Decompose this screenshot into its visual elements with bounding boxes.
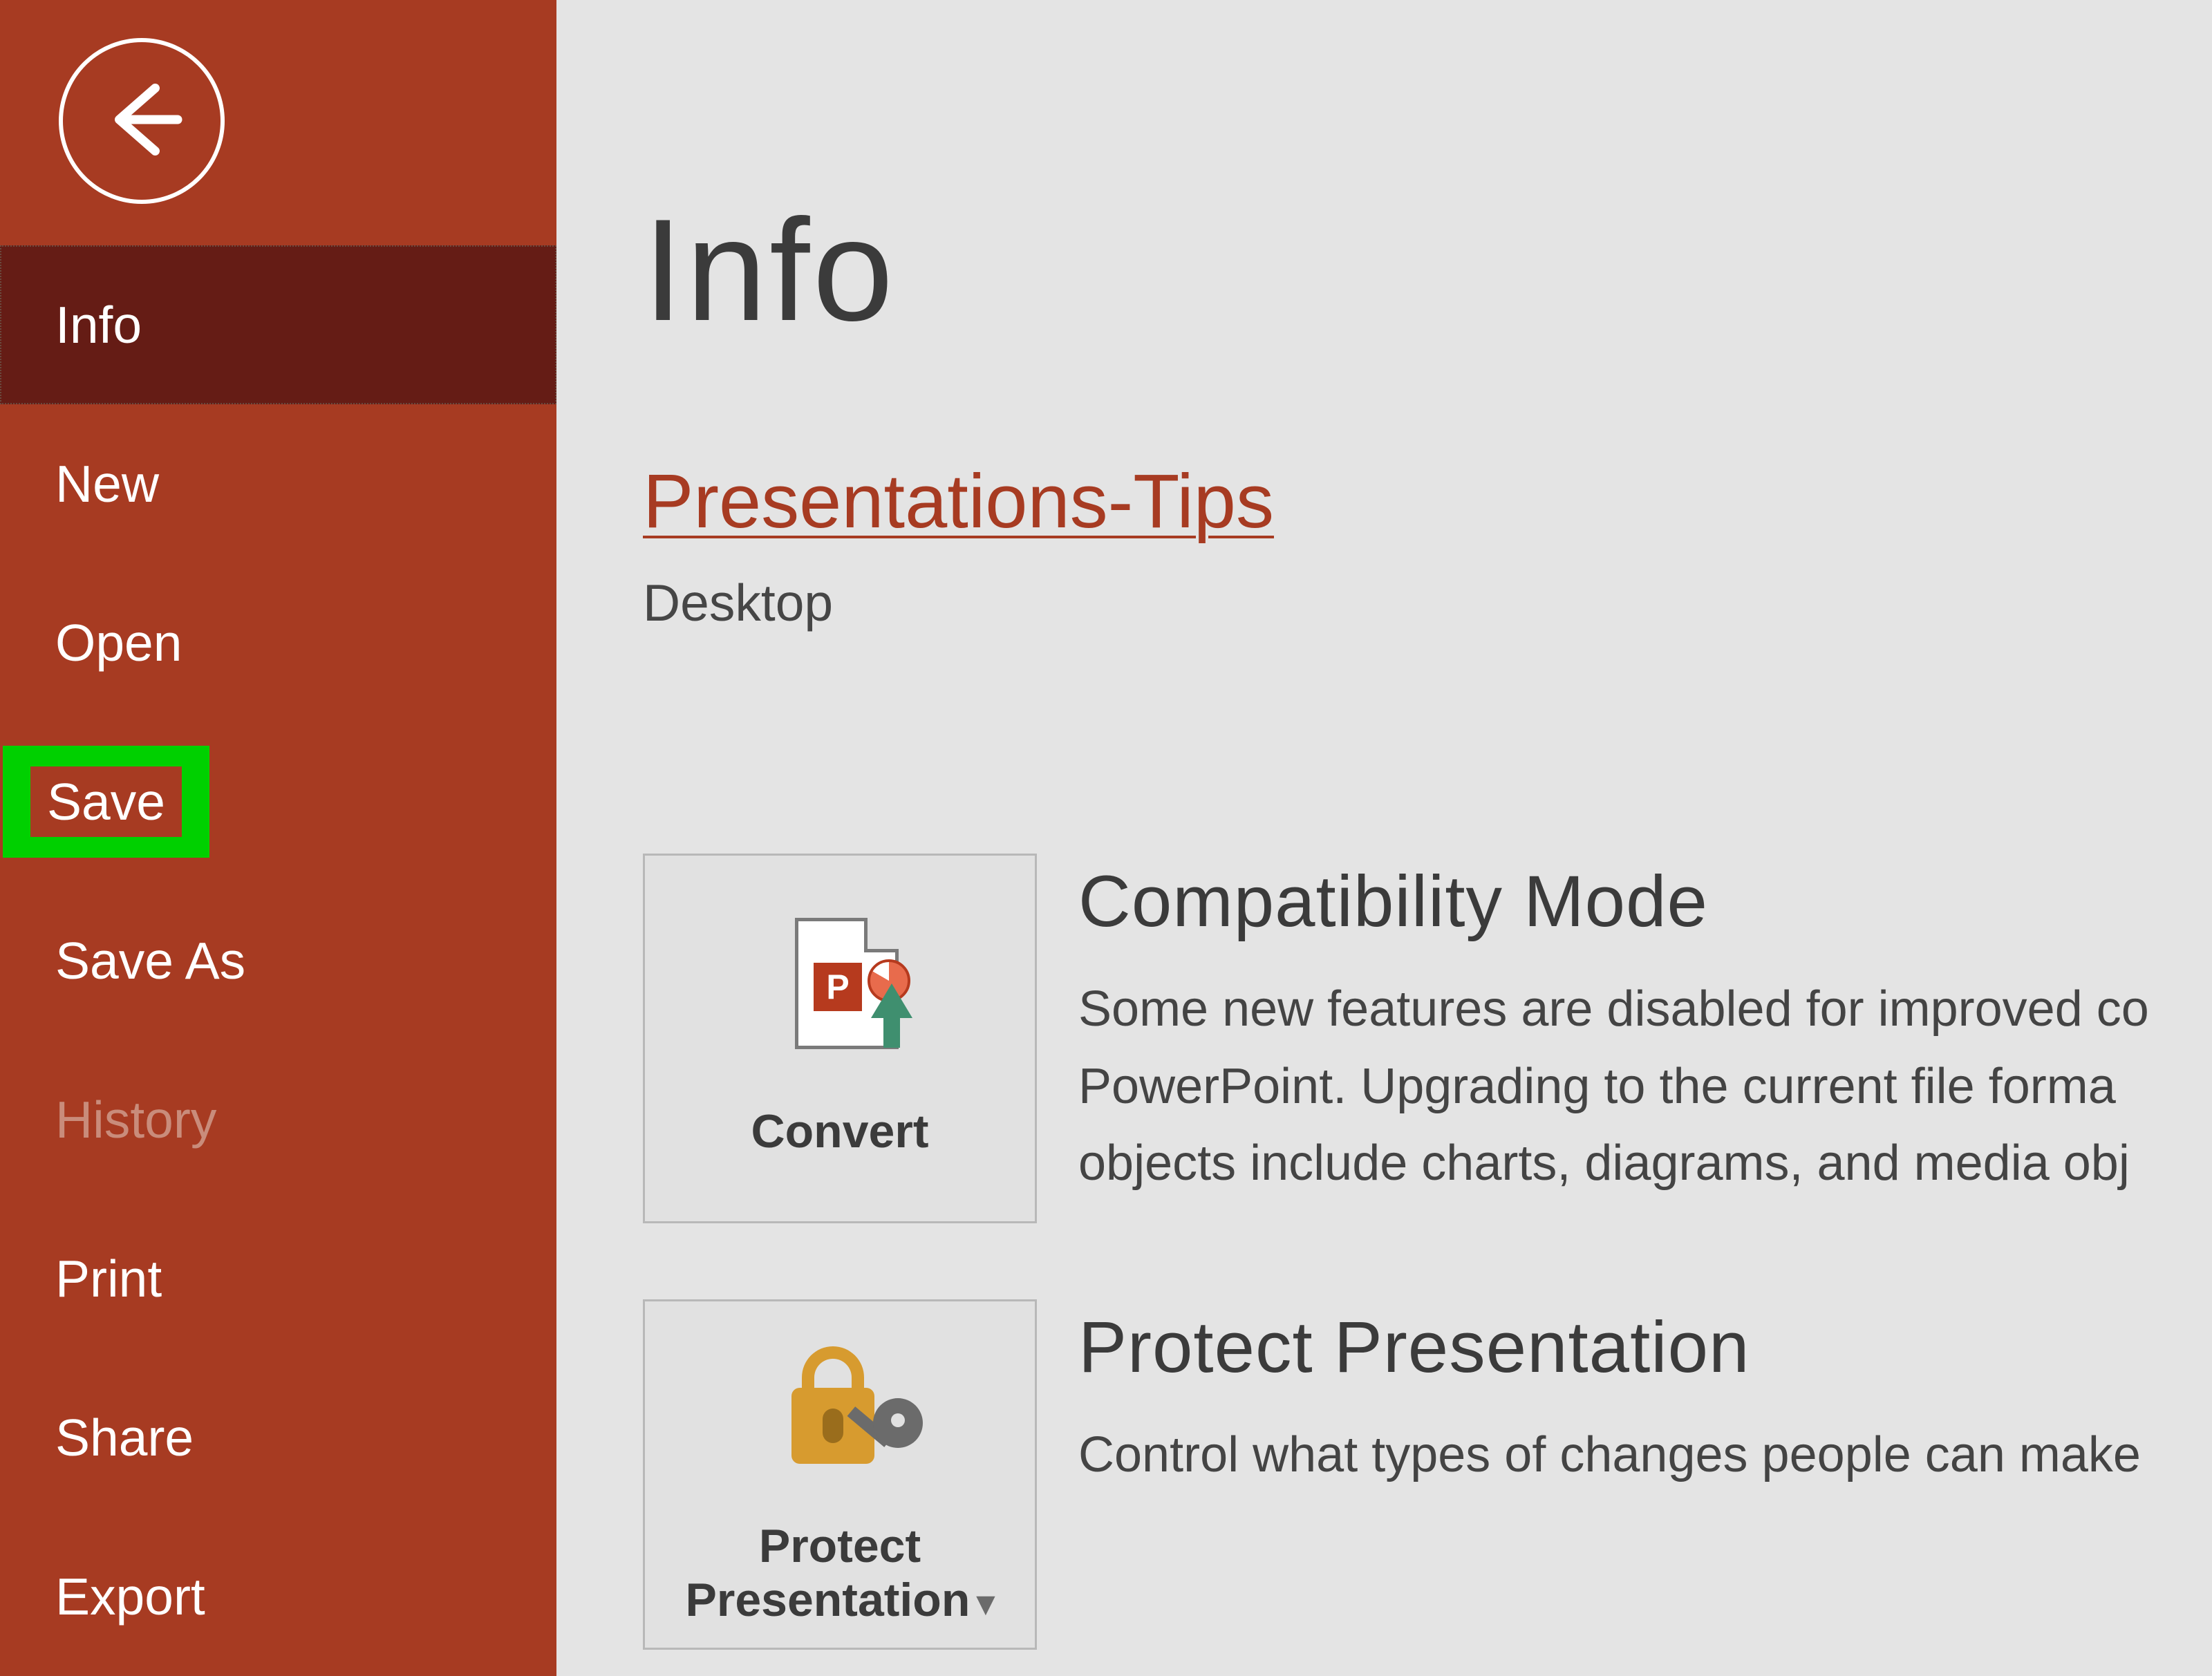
nav-item-print[interactable]: Print bbox=[0, 1199, 556, 1358]
section-body-line: Control what types of changes people can… bbox=[1078, 1417, 2212, 1494]
nav-item-label: Info bbox=[55, 295, 142, 355]
nav-item-label: Share bbox=[55, 1408, 194, 1467]
nav-item-label: Open bbox=[55, 613, 182, 672]
section-heading: Compatibility Mode bbox=[1078, 860, 2212, 943]
nav-item-label: Export bbox=[55, 1567, 205, 1626]
section-compatibility: P Convert Compatibility Mode Some new fe… bbox=[643, 854, 2212, 1223]
nav-item-history[interactable]: History bbox=[0, 1040, 556, 1199]
section-body-line: objects include charts, diagrams, and me… bbox=[1078, 1125, 2212, 1203]
lock-key-icon bbox=[764, 1339, 916, 1471]
nav-item-label: History bbox=[55, 1090, 216, 1149]
tile-label: Convert bbox=[751, 1104, 929, 1158]
save-highlight-box: Save bbox=[3, 746, 209, 858]
document-title-link[interactable]: Presentations-Tips bbox=[643, 458, 2212, 545]
nav-item-save[interactable]: Save bbox=[30, 766, 182, 837]
nav-item-label: New bbox=[55, 454, 159, 514]
backstage-sidebar: Info New Open Save Save As History Print… bbox=[0, 0, 556, 1676]
nav-item-save-highlight: Save bbox=[0, 722, 556, 881]
nav-item-label: Save As bbox=[55, 931, 245, 990]
nav-item-new[interactable]: New bbox=[0, 404, 556, 563]
section-text: Compatibility Mode Some new features are… bbox=[1078, 854, 2212, 1203]
page-title: Info bbox=[643, 187, 2212, 354]
section-text: Protect Presentation Control what types … bbox=[1078, 1299, 2212, 1494]
back-button[interactable] bbox=[59, 38, 225, 204]
section-protect: Protect Presentation▾ Protect Presentati… bbox=[643, 1299, 2212, 1650]
chevron-down-icon: ▾ bbox=[977, 1583, 994, 1623]
nav-item-label: Save bbox=[47, 773, 165, 831]
section-heading: Protect Presentation bbox=[1078, 1306, 2212, 1389]
nav-item-info[interactable]: Info bbox=[0, 245, 556, 404]
section-body-line: Some new features are disabled for impro… bbox=[1078, 971, 2212, 1048]
nav-item-label: Print bbox=[55, 1249, 162, 1308]
tile-label-text: Protect Presentation bbox=[686, 1520, 971, 1626]
nav-item-export[interactable]: Export bbox=[0, 1517, 556, 1676]
backstage-main-panel: Info Presentations-Tips Desktop P Conver… bbox=[556, 0, 2212, 1676]
protect-presentation-tile[interactable]: Protect Presentation▾ bbox=[643, 1299, 1037, 1650]
convert-icon: P bbox=[760, 918, 919, 1056]
convert-tile[interactable]: P Convert bbox=[643, 854, 1037, 1223]
document-location: Desktop bbox=[643, 573, 2212, 632]
section-body-line: PowerPoint. Upgrading to the current fil… bbox=[1078, 1048, 2212, 1126]
backstage-nav: Info New Open Save Save As History Print… bbox=[0, 245, 556, 1676]
nav-item-share[interactable]: Share bbox=[0, 1358, 556, 1517]
tile-label: Protect Presentation▾ bbox=[686, 1519, 995, 1627]
arrow-left-icon bbox=[97, 75, 187, 168]
nav-item-save-as[interactable]: Save As bbox=[0, 881, 556, 1040]
nav-item-open[interactable]: Open bbox=[0, 563, 556, 722]
